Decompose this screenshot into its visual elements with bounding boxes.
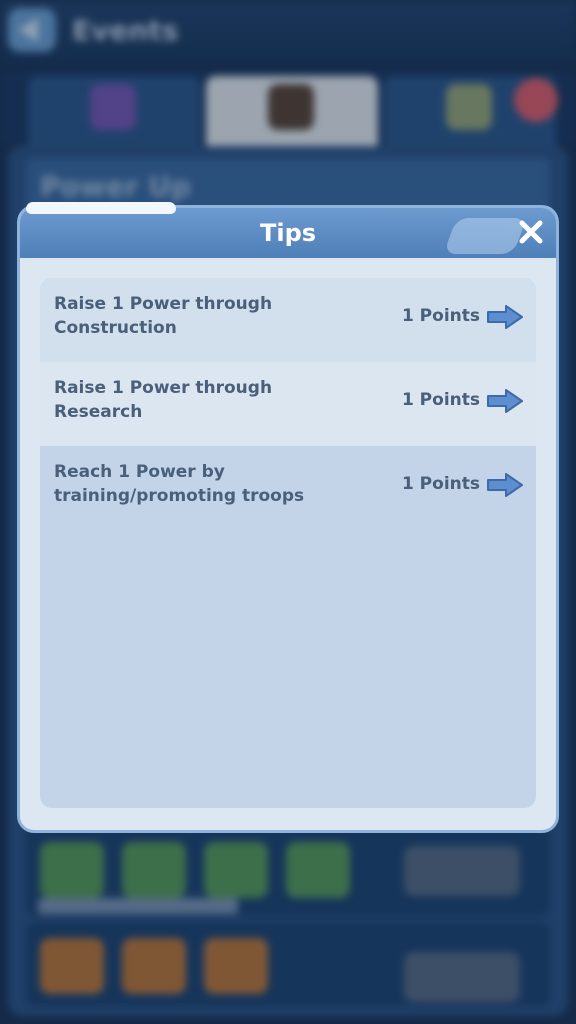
- close-icon[interactable]: [516, 217, 546, 247]
- tip-points: 1 Points: [401, 306, 480, 326]
- list-item: Reach 1 Power by training/promoting troo…: [40, 446, 536, 530]
- tip-points: 1 Points: [401, 474, 480, 494]
- list-item: Raise 1 Power through Research 1 Points: [40, 362, 536, 446]
- tip-text: Raise 1 Power through Research: [54, 378, 273, 422]
- arrow-right-icon[interactable]: [486, 388, 524, 414]
- tips-modal: Tips Raise 1 Power through Construction …: [20, 202, 556, 830]
- tip-points: 1 Points: [401, 390, 480, 410]
- tips-list: Raise 1 Power through Construction 1 Poi…: [40, 278, 536, 808]
- tip-text: Raise 1 Power through Construction: [54, 294, 273, 338]
- list-item: Raise 1 Power through Construction 1 Poi…: [40, 278, 536, 362]
- arrow-right-icon[interactable]: [486, 472, 524, 498]
- tip-text: Reach 1 Power by training/promoting troo…: [54, 462, 305, 506]
- snow-decoration: [26, 202, 176, 214]
- arrow-right-icon[interactable]: [486, 304, 524, 330]
- modal-header: Tips: [20, 208, 556, 258]
- modal-title: Tips: [259, 219, 317, 247]
